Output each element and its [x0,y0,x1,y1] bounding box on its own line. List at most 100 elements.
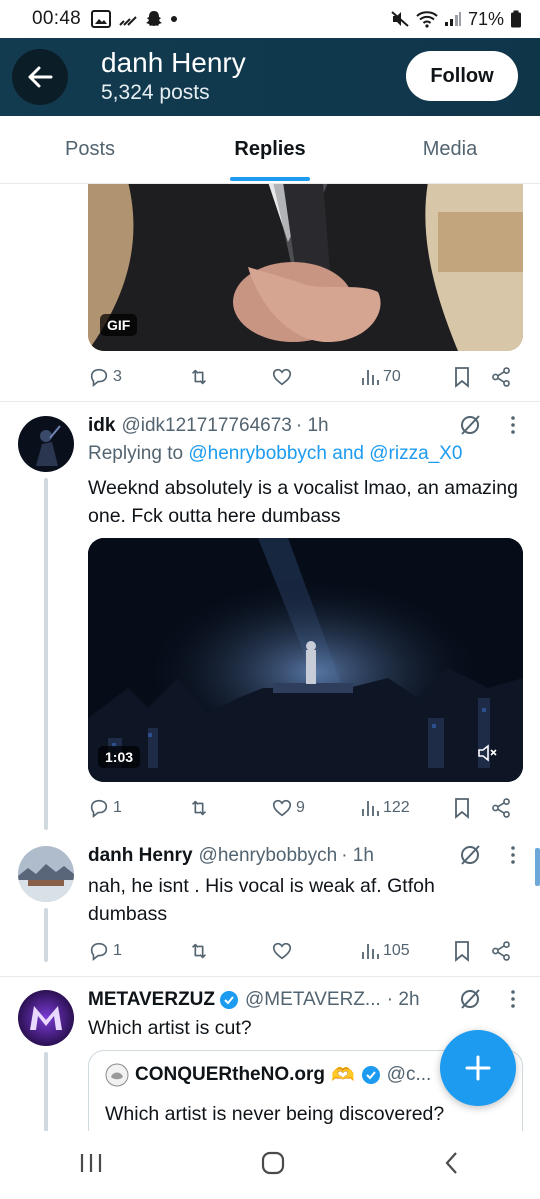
avatar-image [18,846,74,902]
grok-button[interactable] [458,987,482,1017]
view-count: 105 [383,942,410,959]
tab-label: Posts [64,138,116,160]
more-icon [511,416,515,434]
mute-icon [478,744,497,762]
tab-media[interactable]: Media [360,116,540,183]
recents-icon [80,1153,101,1172]
share-button[interactable] [490,797,512,819]
reply-count: 1 [113,799,122,816]
status-bar: 00:48 71% [0,0,540,38]
share-icon [492,798,510,818]
tweet-header: danh Henry @henrybobbych · 1h [88,841,528,871]
replying-to: Replying to @henrybobbych and @rizza_X0 [88,443,462,465]
like-button[interactable] [271,366,293,388]
retweet-button[interactable] [188,797,210,819]
avatar[interactable] [18,846,74,902]
profile-header: danh Henry 5,324 posts Follow [0,38,540,116]
tweet-actions: 1 105 [88,936,523,966]
profile-tabs: Posts Replies Media [0,116,540,184]
more-button[interactable] [510,415,516,441]
views-icon [362,370,379,385]
tweet-header: METAVERZUZ @METAVERZ... · 2h [88,985,528,1015]
views-icon [362,801,379,816]
avatar[interactable] [18,416,74,472]
more-icon [511,990,515,1008]
post-count: 5,324 posts [101,81,210,104]
share-button[interactable] [490,940,512,962]
avatar[interactable] [18,990,74,1046]
more-button[interactable] [510,845,516,871]
reply-button[interactable]: 1 [88,797,122,819]
battery-icon [511,10,521,28]
gallery-icon [91,10,112,28]
mute-button[interactable] [477,743,499,768]
quoted-author-handle: @c... [386,1064,432,1085]
grok-button[interactable] [458,843,482,873]
video-media[interactable]: 1:03 [88,538,523,782]
compose-button[interactable] [440,1030,516,1106]
view-count: 70 [383,368,401,385]
bookmark-button[interactable] [452,940,472,962]
author-handle[interactable]: @METAVERZ... [245,989,381,1011]
wifi-icon [416,11,438,28]
replying-user-link[interactable]: @henrybobbych [188,443,327,464]
author-name[interactable]: danh Henry [88,845,193,867]
like-icon [272,942,292,960]
share-icon [492,367,510,387]
scrollbar-thumb[interactable] [535,848,540,886]
retweet-button[interactable] [188,940,210,962]
like-icon [272,368,292,386]
follow-button[interactable]: Follow [406,51,518,101]
compose-plus-icon [465,1055,491,1081]
mute-status-icon [391,11,409,27]
profile-name: danh Henry [101,47,246,78]
grok-button[interactable] [458,413,482,443]
author-handle[interactable]: @henrybobbych [199,845,338,867]
recents-button[interactable] [78,1151,104,1180]
home-icon [261,1151,285,1174]
replying-user-link[interactable]: @rizza_X0 [369,443,462,464]
verified-icon [220,991,239,1009]
tweet-actions: 3 70 [88,362,523,392]
author-name[interactable]: idk [88,415,115,437]
gif-media[interactable]: GIF [88,184,523,351]
replies-feed[interactable]: GIF 3 70 idk @idk121717764673 · 1h Reply… [0,184,540,1131]
reply-button[interactable]: 3 [88,366,122,388]
back-nav-button[interactable] [442,1150,462,1181]
reply-button[interactable]: 1 [88,940,122,962]
reply-count: 1 [113,942,122,959]
tab-replies[interactable]: Replies [180,116,360,183]
retweet-button[interactable] [188,366,210,388]
reply-icon [90,942,108,961]
tweet-divider [0,401,540,402]
like-count: 9 [296,799,305,816]
status-time: 00:48 [32,8,82,29]
author-handle[interactable]: @idk121717764673 [121,415,291,437]
quoted-tweet-header: CONQUERtheNO.org 🫶 @c... [105,1063,431,1087]
gif-image [88,184,523,351]
more-button[interactable] [510,989,516,1015]
header-title-block: danh Henry 5,324 posts [101,47,246,107]
quoted-author-name: CONQUERtheNO.org [135,1064,325,1085]
reply-icon [90,799,108,818]
avatar-image [18,416,74,472]
thread-line [44,908,48,962]
home-button[interactable] [259,1149,287,1182]
bookmark-button[interactable] [452,797,472,819]
views-button[interactable]: 122 [360,798,410,818]
notification-icons [91,10,178,28]
tab-posts[interactable]: Posts [0,116,180,183]
like-button[interactable]: 9 [271,797,305,819]
author-name[interactable]: METAVERZUZ [88,989,215,1011]
views-button[interactable]: 70 [360,367,401,387]
quoted-tweet-text: Which artist is never being discovered? [105,1103,445,1125]
like-button[interactable] [271,940,293,962]
signal-icon [444,12,461,26]
share-button[interactable] [490,366,512,388]
quoted-avatar [105,1063,129,1087]
bookmark-button[interactable] [452,366,472,388]
views-button[interactable]: 105 [360,941,410,961]
tweet-divider [0,976,540,977]
tweet-time: · 1h [341,845,374,866]
back-button[interactable] [12,49,68,105]
